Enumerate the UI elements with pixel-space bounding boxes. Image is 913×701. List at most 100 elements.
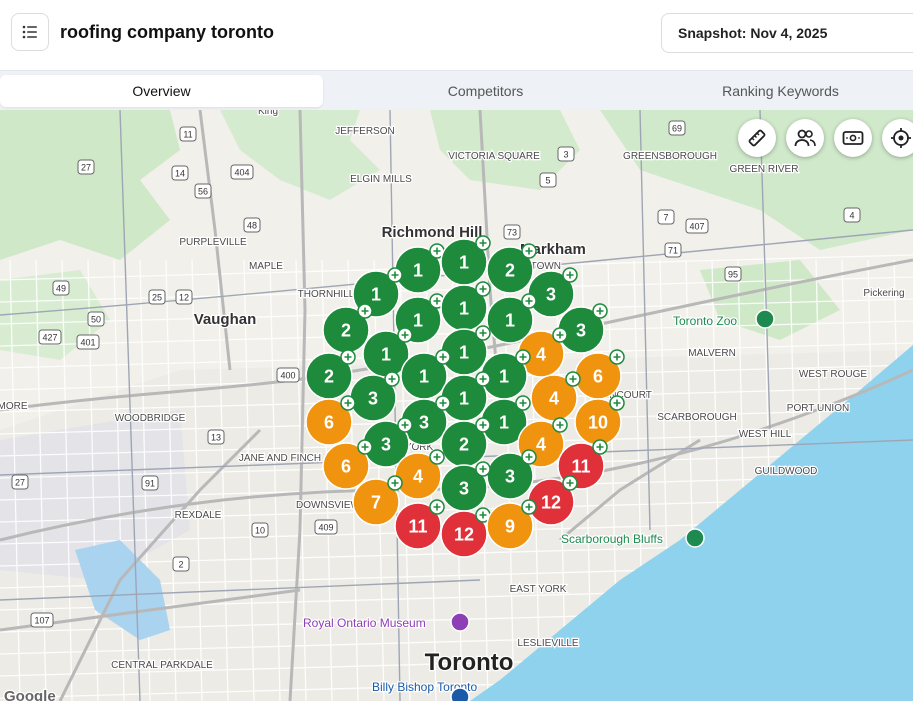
area-label: WOODBRIDGE [115, 413, 186, 424]
highway-shield: 401 [76, 334, 100, 350]
rank-marker-label: 4 [536, 435, 546, 455]
highway-shield: 3 [557, 146, 575, 162]
tab-ranking-keywords[interactable]: Ranking Keywords [648, 75, 913, 107]
svg-text:401: 401 [80, 338, 95, 348]
highway-shield: 48 [243, 217, 261, 233]
airport-icon [450, 687, 470, 701]
svg-text:107: 107 [34, 616, 49, 626]
rank-marker-label: 10 [588, 413, 608, 433]
rank-marker-label: 1 [499, 413, 509, 433]
svg-text:27: 27 [15, 478, 25, 488]
rank-marker-label: 12 [454, 525, 474, 545]
area-label: REXDALE [175, 510, 222, 521]
google-logo: Google [4, 688, 56, 701]
svg-text:2: 2 [178, 560, 183, 570]
area-label: Pickering [863, 288, 904, 299]
highway-shield: 91 [141, 475, 159, 491]
tab-bar: Overview Competitors Ranking Keywords [0, 70, 913, 110]
highway-shield: 49 [52, 280, 70, 296]
rank-marker-label: 1 [459, 253, 469, 273]
area-label: MAPLE [249, 261, 283, 272]
rank-marker-label: 4 [549, 389, 559, 409]
highway-shield: 5 [539, 172, 557, 188]
rank-marker-label: 2 [324, 367, 334, 387]
rank-marker-label: 2 [341, 321, 351, 341]
highway-shield: 56 [194, 183, 212, 199]
rank-marker-label: 1 [459, 389, 469, 409]
highway-shield: 404 [230, 164, 254, 180]
ruler-icon [748, 129, 766, 147]
highway-shield: 71 [664, 242, 682, 258]
svg-text:407: 407 [689, 222, 704, 232]
city-label: Richmond Hill [382, 224, 483, 241]
rank-marker-label: 11 [571, 457, 590, 477]
list-icon [22, 25, 37, 39]
tab-overview[interactable]: Overview [0, 75, 323, 107]
rank-marker-label: 6 [324, 413, 334, 433]
area-label: EAST YORK [510, 584, 567, 595]
poi-label: Royal Ontario Museum [303, 616, 426, 630]
budget-button[interactable] [834, 119, 872, 157]
app-header: roofing company toronto Snapshot: Nov 4,… [0, 0, 913, 70]
locate-button[interactable] [882, 119, 913, 157]
rank-marker-label: 2 [505, 261, 515, 281]
rank-marker-label: 1 [459, 299, 469, 319]
menu-button[interactable] [11, 13, 49, 51]
area-label: MALVERN [688, 348, 736, 359]
svg-text:409: 409 [318, 523, 333, 533]
highway-shield: 11 [179, 126, 197, 142]
area-label: SCARBOROUGH [657, 412, 736, 423]
svg-text:404: 404 [234, 168, 249, 178]
area-label: JEFFERSON [335, 126, 394, 137]
highway-shield: 400 [276, 367, 300, 383]
rank-marker-label: 6 [593, 367, 603, 387]
rank-marker-label: 3 [576, 321, 586, 341]
city-label-toronto: Toronto [425, 649, 514, 676]
area-label: VICTORIA SQUARE [448, 151, 540, 162]
highway-shield: 7 [657, 209, 675, 225]
area-label: GREEN RIVER [730, 164, 799, 175]
area-label: DOWNSVIEW [296, 500, 360, 511]
rank-marker-label: 4 [413, 467, 423, 487]
rank-marker-label: 1 [413, 311, 423, 331]
highway-shield: 27 [77, 159, 95, 175]
area-label: ELGIN MILLS [350, 174, 412, 185]
area-label: GREENSBOROUGH [623, 151, 717, 162]
svg-text:5: 5 [545, 176, 550, 186]
svg-text:400: 400 [280, 371, 295, 381]
tab-competitors[interactable]: Competitors [323, 75, 648, 107]
svg-text:25: 25 [152, 293, 162, 303]
ruler-button[interactable] [738, 119, 776, 157]
competitors-button[interactable] [786, 119, 824, 157]
rank-marker-label: 11 [408, 517, 427, 537]
museum-icon [450, 612, 470, 632]
svg-text:7: 7 [663, 213, 668, 223]
svg-text:95: 95 [728, 270, 738, 280]
rank-marker-label: 6 [341, 457, 351, 477]
rank-marker-label: 1 [371, 285, 381, 305]
svg-text:3: 3 [563, 150, 568, 160]
area-label: THORNHILL [298, 289, 355, 300]
highway-shield: 427 [38, 329, 62, 345]
rank-marker-label: 1 [381, 345, 391, 365]
poi-label: Scarborough Bluffs [561, 532, 663, 546]
highway-shield: 73 [503, 224, 521, 240]
money-icon [842, 131, 864, 145]
svg-text:56: 56 [198, 187, 208, 197]
highway-shield: 12 [175, 289, 193, 305]
snapshot-selector[interactable]: Snapshot: Nov 4, 2025 [661, 13, 913, 53]
svg-text:13: 13 [211, 433, 221, 443]
area-label: JANE AND FINCH [239, 453, 321, 464]
rank-marker-label: 1 [413, 261, 423, 281]
area-label: PURPLEVILLE [179, 237, 247, 248]
highway-shield: 4 [843, 207, 861, 223]
area-label: WEST HILL [739, 429, 792, 440]
map-view[interactable]: 11 27 14 56 69 3 5 404 48 73 7 407 71 4 95 25 12 49 50 427 4… [0, 110, 913, 701]
highway-shield: 14 [171, 165, 189, 181]
svg-text:73: 73 [507, 228, 517, 238]
page-title: roofing company toronto [60, 22, 274, 42]
svg-text:12: 12 [179, 293, 189, 303]
highway-shield: 10 [251, 522, 269, 538]
rank-marker-label: 1 [499, 367, 509, 387]
tree-icon [685, 528, 705, 548]
